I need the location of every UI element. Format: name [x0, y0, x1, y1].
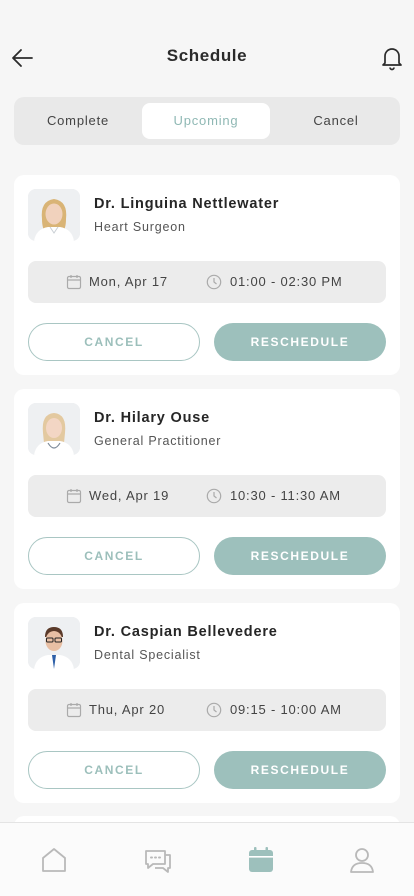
nav-profile[interactable] — [347, 845, 377, 875]
tab-cancel[interactable]: Cancel — [272, 103, 400, 139]
reschedule-button[interactable]: RESCHEDULE — [214, 751, 386, 789]
doctor-specialty: Heart Surgeon — [94, 220, 186, 234]
status-tabs: Complete Upcoming Cancel — [14, 97, 400, 145]
clock-icon — [206, 488, 222, 504]
calendar-icon — [66, 275, 82, 290]
appointment-info: Mon, Apr 17 01:00 - 02:30 PM — [28, 261, 386, 303]
tab-upcoming[interactable]: Upcoming — [142, 103, 270, 139]
bell-icon — [382, 48, 402, 71]
appointment-card: Dr. Hilary Ouse General Practitioner Wed… — [14, 389, 400, 589]
doctor-avatar — [28, 189, 80, 241]
calendar-icon — [66, 489, 82, 504]
page-title: Schedule — [166, 46, 248, 65]
doctor-specialty: General Practitioner — [94, 434, 222, 448]
appointment-date: Mon, Apr 17 — [89, 274, 168, 289]
appointment-info: Wed, Apr 19 10:30 - 11:30 AM — [28, 475, 386, 517]
nav-messages[interactable] — [143, 845, 173, 875]
cancel-button[interactable]: CANCEL — [28, 537, 200, 575]
bottom-navigation — [0, 822, 414, 896]
cancel-button[interactable]: CANCEL — [28, 751, 200, 789]
profile-icon — [350, 848, 374, 873]
doctor-name: Dr. Linguina Nettlewater — [94, 196, 280, 212]
doctor-avatar — [28, 403, 80, 455]
reschedule-button[interactable]: RESCHEDULE — [214, 537, 386, 575]
appointment-time: 10:30 - 11:30 AM — [230, 488, 341, 503]
tab-complete[interactable]: Complete — [14, 103, 142, 139]
appointment-card: Dr. Caspian Bellevedere Dental Specialis… — [14, 603, 400, 803]
nav-home[interactable] — [39, 845, 69, 875]
nav-schedule[interactable] — [246, 845, 276, 875]
appointment-date: Thu, Apr 20 — [89, 702, 166, 717]
calendar-icon — [249, 847, 273, 872]
doctor-specialty: Dental Specialist — [94, 648, 201, 662]
appointment-info: Thu, Apr 20 09:15 - 10:00 AM — [28, 689, 386, 731]
calendar-icon — [66, 703, 82, 718]
app-header: Schedule — [0, 0, 414, 96]
doctor-name: Dr. Caspian Bellevedere — [94, 624, 278, 640]
appointment-time: 09:15 - 10:00 AM — [230, 702, 342, 717]
cancel-button[interactable]: CANCEL — [28, 323, 200, 361]
reschedule-button[interactable]: RESCHEDULE — [214, 323, 386, 361]
notifications-button[interactable] — [380, 45, 404, 71]
appointment-date: Wed, Apr 19 — [89, 488, 170, 503]
appointment-time: 01:00 - 02:30 PM — [230, 274, 343, 289]
clock-icon — [206, 702, 222, 718]
home-icon — [42, 848, 66, 872]
doctor-name: Dr. Hilary Ouse — [94, 410, 210, 426]
appointment-card: Dr. Linguina Nettlewater Heart Surgeon M… — [14, 175, 400, 375]
doctor-avatar — [28, 617, 80, 669]
clock-icon — [206, 274, 222, 290]
chat-icon — [145, 850, 171, 873]
